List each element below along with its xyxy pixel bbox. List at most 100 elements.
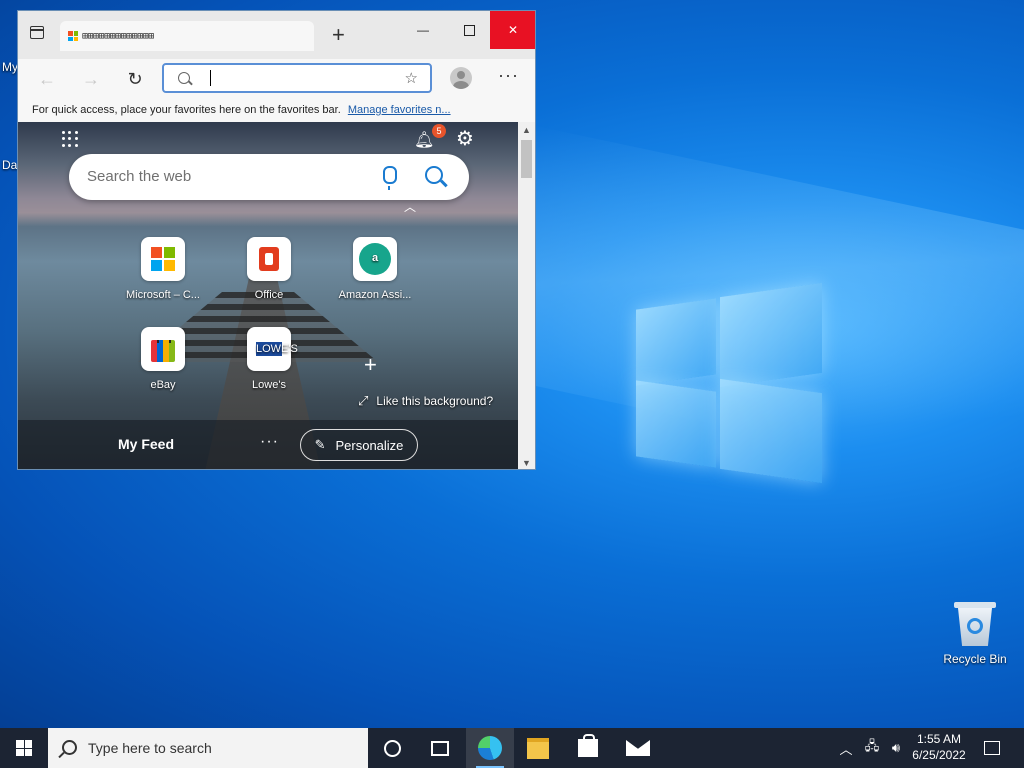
- cortana-circle-icon: [383, 739, 401, 757]
- web-search-input[interactable]: [85, 167, 349, 186]
- network-icon: 🖧: [864, 738, 880, 753]
- action-center-button[interactable]: [978, 728, 1006, 768]
- notifications-bell-icon[interactable]: 🔔︎: [414, 130, 434, 149]
- refresh-icon: ↻: [127, 68, 143, 89]
- taskbar: Type here to search ︿ 🖧 🔊︎ 1:55 AM 6/25/…: [0, 728, 1024, 768]
- quick-link-label: Lowe's: [252, 379, 286, 391]
- amazon-assistant-icon: a: [353, 237, 397, 281]
- back-arrow-icon: ←: [38, 68, 56, 89]
- quick-link-label: Amazon Assi...: [338, 289, 412, 301]
- taskbar-search-box[interactable]: Type here to search: [48, 728, 368, 768]
- network-button[interactable]: 🖧: [860, 728, 884, 768]
- collapse-chevron-icon[interactable]: ︿: [404, 198, 416, 215]
- chevron-up-icon: ︿: [839, 741, 853, 757]
- quick-link-label: Office: [254, 289, 284, 301]
- ebay-bag-icon: [141, 327, 185, 371]
- pencil-icon: ✎: [314, 437, 326, 452]
- notification-badge: 5: [432, 124, 446, 138]
- notification-icon: [984, 741, 1000, 755]
- quick-link-microsoft[interactable]: Microsoft – C...: [118, 237, 208, 301]
- new-tab-page: 🔔︎ 5 ⚙ ︿ Microsoft – C... Office a Amazo…: [18, 122, 518, 469]
- desktop-icon-label[interactable]: Da: [2, 158, 17, 172]
- mail-envelope-icon: [626, 740, 650, 756]
- folder-icon: [527, 737, 549, 759]
- recycle-bin-icon[interactable]: Recycle Bin: [938, 600, 1012, 666]
- windows-logo-wallpaper: [636, 282, 822, 484]
- mail-button[interactable]: [614, 728, 662, 768]
- cortana-button[interactable]: [368, 728, 416, 768]
- my-feed-tab[interactable]: My Feed: [118, 436, 174, 452]
- tab-actions-button[interactable]: [18, 11, 58, 49]
- recycle-bin-label: Recycle Bin: [943, 652, 1007, 666]
- office-logo-icon: [247, 237, 291, 281]
- search-icon: [178, 72, 190, 84]
- show-hidden-icons-button[interactable]: ︿: [836, 728, 856, 768]
- scroll-up-arrow-icon[interactable]: ▲: [522, 125, 531, 135]
- like-background-label: Like this background?: [376, 394, 494, 408]
- personalize-button[interactable]: ✎ Personalize: [300, 429, 418, 461]
- settings-more-button[interactable]: ···: [498, 65, 519, 86]
- quick-link-lowes[interactable]: LOWE'S Lowe's: [224, 327, 314, 391]
- minimize-button[interactable]: —: [400, 11, 446, 49]
- favorites-bar-hint: For quick access, place your favorites h…: [32, 104, 341, 116]
- scroll-down-arrow-icon[interactable]: ▼: [522, 458, 531, 468]
- tab-title: ⊞⊞⊞⊞⊞⊞⊞⊞⊞⊞⊞⊞⊞: [82, 30, 154, 42]
- feed-more-button[interactable]: ···: [260, 433, 279, 451]
- microsoft-store-button[interactable]: [564, 728, 612, 768]
- volume-button[interactable]: 🔊︎: [884, 728, 908, 768]
- apps-launcher-icon[interactable]: [62, 131, 78, 147]
- web-search-box[interactable]: [69, 154, 469, 200]
- search-submit-icon[interactable]: [425, 166, 443, 184]
- search-icon: [62, 740, 77, 755]
- maximize-icon: [463, 24, 475, 36]
- scrollbar-thumb[interactable]: [521, 140, 532, 178]
- new-tab-button[interactable]: +: [332, 21, 345, 49]
- favorites-bar: For quick access, place your favorites h…: [18, 99, 535, 122]
- desktop-icon-label[interactable]: My: [2, 60, 18, 74]
- address-input[interactable]: [204, 69, 388, 89]
- clock-time: 1:55 AM: [916, 732, 962, 746]
- edge-browser-icon: [478, 736, 502, 760]
- maximize-button[interactable]: [446, 11, 492, 49]
- profile-avatar[interactable]: [450, 67, 472, 89]
- clock-date: 6/25/2022: [912, 748, 966, 762]
- tab-actions-icon: [30, 26, 44, 39]
- task-view-icon: [431, 740, 449, 756]
- edge-browser-window: ⊞⊞⊞⊞⊞⊞⊞⊞⊞⊞⊞⊞⊞ + — ✕ ← → ↻ ☆ ··· For quic…: [17, 10, 536, 470]
- microsoft-logo-icon: [141, 237, 185, 281]
- expand-arrows-icon: ⤢: [358, 393, 369, 408]
- personalize-label: Personalize: [335, 437, 404, 453]
- recycle-bin-graphic: [954, 602, 996, 646]
- taskbar-clock[interactable]: 1:55 AM 6/25/2022: [906, 731, 972, 763]
- task-view-button[interactable]: [416, 728, 464, 768]
- lowes-logo-icon: LOWE'S: [247, 327, 298, 371]
- refresh-button[interactable]: ↻: [122, 67, 148, 91]
- browser-tab[interactable]: ⊞⊞⊞⊞⊞⊞⊞⊞⊞⊞⊞⊞⊞: [60, 21, 314, 51]
- quick-link-amazon-assistant[interactable]: a Amazon Assi...: [330, 237, 420, 301]
- quick-link-label: eBay: [150, 379, 176, 391]
- browser-toolbar: ← → ↻ ☆ ···: [18, 59, 535, 99]
- edge-taskbar-button[interactable]: [466, 728, 514, 768]
- taskbar-search-placeholder: Type here to search: [88, 740, 212, 756]
- quick-link-label: Microsoft – C...: [126, 289, 200, 301]
- quick-link-ebay[interactable]: eBay: [118, 327, 208, 391]
- address-bar[interactable]: ☆: [162, 63, 432, 93]
- store-bag-icon: [578, 734, 598, 757]
- forward-arrow-icon: →: [82, 68, 100, 89]
- windows-start-icon: [16, 740, 32, 756]
- start-button[interactable]: [0, 728, 48, 768]
- microsoft-logo-icon: [68, 31, 78, 41]
- add-site-plus-icon[interactable]: +: [364, 352, 377, 378]
- speaker-icon: 🔊︎: [891, 740, 901, 755]
- like-background-link[interactable]: ⤢ Like this background?: [358, 393, 493, 409]
- page-settings-gear-icon[interactable]: ⚙: [456, 126, 474, 151]
- quick-link-office[interactable]: Office: [224, 237, 314, 301]
- manage-favorites-link[interactable]: Manage favorites n...: [348, 104, 451, 116]
- file-explorer-button[interactable]: [514, 728, 562, 768]
- microphone-icon[interactable]: [383, 166, 397, 190]
- add-favorite-icon[interactable]: ☆: [405, 69, 418, 87]
- page-scrollbar[interactable]: ▲ ▼: [518, 122, 535, 469]
- forward-button[interactable]: →: [78, 67, 104, 91]
- close-button[interactable]: ✕: [490, 11, 535, 49]
- back-button[interactable]: ←: [34, 67, 60, 91]
